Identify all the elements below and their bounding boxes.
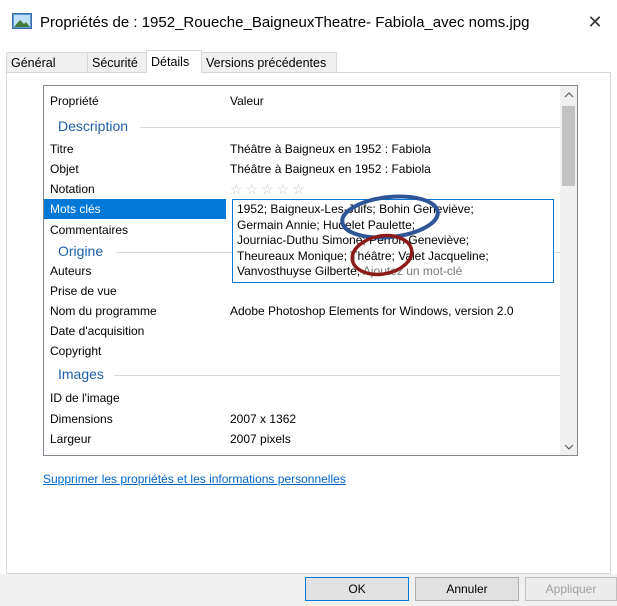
keywords-line: 1952; Baigneux-Les-Juifs; Bohin Genevièv… [237,202,474,216]
tab-details[interactable]: Détails [146,50,202,73]
section-images: Images [58,366,104,382]
remove-properties-link[interactable]: Supprimer les propriétés et les informat… [43,472,346,486]
property-value: Adobe Photoshop Elements for Windows, ve… [230,304,514,318]
column-header-value[interactable]: Valeur [230,94,264,108]
row-nom-du-programme[interactable]: Nom du programme Adobe Photoshop Element… [50,301,550,321]
property-name: Commentaires [50,223,129,237]
property-name: Objet [50,162,79,176]
property-name: Notation [50,182,95,196]
property-name: Nom du programme [50,304,157,318]
close-button[interactable]: ✕ [573,0,617,44]
section-description: Description [58,118,129,134]
property-name: Auteurs [50,264,92,278]
property-value: 2007 x 1362 [230,412,297,426]
property-name: Copyright [50,344,102,358]
title-bar: Propriétés de : 1952_Roueche_BaigneuxThe… [0,0,617,44]
row-titre[interactable]: Titre Théâtre à Baigneux en 1952 : Fabio… [50,139,550,159]
row-date-acquisition[interactable]: Date d'acquisition [50,321,550,341]
property-value: Théâtre à Baigneux en 1952 : Fabiola [230,142,431,156]
keywords-edit-box[interactable]: 1952; Baigneux-Les-Juifs; Bohin Genevièv… [232,199,554,283]
rating-stars-icon[interactable]: ☆☆☆☆☆ [230,179,308,199]
ok-button[interactable]: OK [305,577,409,601]
row-notation[interactable]: Notation ☆☆☆☆☆ [50,179,550,199]
keyword-placeholder[interactable]: Ajoutez un mot-clé [363,264,462,278]
property-value: Théâtre à Baigneux en 1952 : Fabiola [230,162,431,176]
property-name: Prise de vue [50,284,117,298]
column-header-property[interactable]: Propriété [50,94,99,108]
section-divider [140,127,560,128]
tab-general[interactable]: Général [6,52,88,72]
keywords-line-last: Vanvosthuyse Gilberte; Ajoutez un mot-cl… [237,264,549,280]
row-copyright[interactable]: Copyright [50,341,550,361]
chevron-down-icon [564,444,573,450]
window-title: Propriétés de : 1952_Roueche_BaigneuxThe… [40,14,530,31]
property-name: Mots clés [44,199,226,219]
vertical-scrollbar[interactable] [560,86,577,455]
property-value: 2007 pixels [230,432,291,446]
tab-strip: Général Sécurité Détails Versions précéd… [0,50,617,73]
row-id-image[interactable]: ID de l'image [50,388,550,408]
keywords-line: Journiac-Duthu Simone; Perron Geneviève; [237,233,470,247]
list-header: Propriété Valeur [44,86,577,114]
property-name: Date d'acquisition [50,324,145,338]
property-name: Titre [50,142,74,156]
property-name: ID de l'image [50,391,120,405]
close-icon: ✕ [587,11,603,32]
section-divider [114,375,560,376]
keywords-line: Theureaux Monique; Théâtre; Valet Jacque… [237,248,489,263]
row-objet[interactable]: Objet Théâtre à Baigneux en 1952 : Fabio… [50,159,550,179]
property-name: Dimensions [50,412,113,426]
row-prise-de-vue[interactable]: Prise de vue [50,281,550,301]
chevron-up-icon [564,91,573,97]
property-name: Largeur [50,432,92,446]
cancel-button[interactable]: Annuler [415,577,519,601]
scroll-thumb[interactable] [562,106,575,186]
keywords-text: Vanvosthuyse Gilberte; [237,264,361,278]
tab-previous-versions[interactable]: Versions précédentes [201,52,337,72]
row-dimensions[interactable]: Dimensions 2007 x 1362 [50,409,550,429]
scroll-down-button[interactable] [560,438,577,455]
scroll-up-button[interactable] [560,86,577,103]
apply-button[interactable]: Appliquer [525,577,617,601]
tab-security[interactable]: Sécurité [87,52,147,72]
image-file-icon [12,13,32,29]
row-largeur[interactable]: Largeur 2007 pixels [50,429,550,449]
keywords-line: Germain Annie; Hudelet Paulette; [237,217,416,232]
section-origin: Origine [58,243,104,259]
